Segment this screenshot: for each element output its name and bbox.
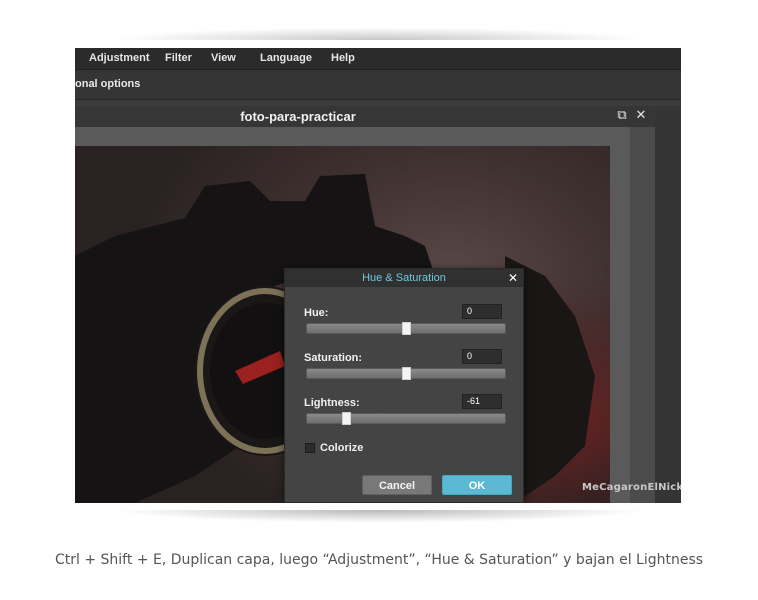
cancel-button[interactable]: Cancel [362, 475, 432, 495]
watermark-text: MeCagaronElNick [582, 482, 681, 493]
panel-strip [655, 106, 681, 503]
document-title: foto-para-practicar [240, 109, 356, 124]
lightness-input[interactable]: -61 [462, 394, 502, 409]
close-document-icon[interactable]: ✕ [634, 109, 648, 123]
hue-saturation-dialog: Hue & Saturation ✕ Hue: 0 Saturation: 0 … [284, 268, 524, 503]
dialog-titlebar[interactable]: Hue & Saturation ✕ [285, 269, 523, 287]
menu-filter[interactable]: Filter [165, 52, 192, 64]
menu-language[interactable]: Language [260, 52, 312, 64]
hue-input[interactable]: 0 [462, 304, 502, 319]
saturation-slider-thumb[interactable] [402, 367, 411, 380]
caption-text: Ctrl + Shift + E, Duplican capa, luego “… [54, 552, 704, 568]
menu-view[interactable]: View [211, 52, 236, 64]
dialog-title: Hue & Saturation [362, 272, 446, 284]
menu-help[interactable]: Help [331, 52, 355, 64]
close-dialog-icon[interactable]: ✕ [507, 271, 519, 285]
menu-adjustment[interactable]: Adjustment [89, 52, 150, 64]
frame-shadow-bottom [0, 510, 758, 540]
toolbar-label: onal options [75, 78, 141, 90]
app-screenshot: Adjustment Filter View Language Help ona… [75, 48, 681, 503]
menu-bar: Adjustment Filter View Language Help [75, 48, 681, 70]
colorize-checkbox[interactable] [305, 443, 315, 453]
lightness-slider[interactable] [306, 412, 506, 425]
lightness-slider-thumb[interactable] [341, 412, 351, 425]
hue-slider[interactable] [306, 322, 506, 335]
saturation-input[interactable]: 0 [462, 349, 502, 364]
hue-label: Hue: [304, 307, 329, 319]
ok-button[interactable]: OK [442, 475, 512, 495]
hue-slider-thumb[interactable] [402, 322, 411, 335]
restore-window-icon[interactable]: ⧉ [615, 109, 629, 123]
document-scroll-strip[interactable] [630, 127, 655, 503]
frame-shadow-top [0, 10, 758, 40]
options-toolbar: onal options [75, 70, 681, 100]
colorize-label: Colorize [320, 442, 364, 454]
document-titlebar[interactable]: foto-para-practicar ⧉ ✕ [75, 106, 655, 127]
saturation-label: Saturation: [304, 352, 363, 364]
lightness-label: Lightness: [304, 397, 360, 409]
saturation-slider[interactable] [306, 367, 506, 380]
